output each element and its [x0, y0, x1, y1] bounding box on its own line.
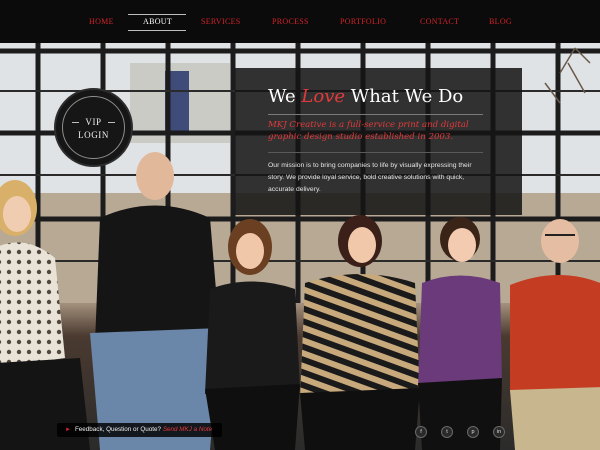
facebook-icon[interactable]: f: [415, 426, 427, 438]
top-navigation: HOME ABOUT SERVICES PROCESS PORTFOLIO CO…: [0, 0, 600, 43]
headline-post: What We Do: [345, 86, 464, 107]
nav-item-home[interactable]: HOME: [89, 17, 114, 26]
tagline-divider: [268, 152, 483, 153]
tagline: MKJ Creative is a full-service print and…: [268, 120, 469, 142]
twitter-icon[interactable]: t: [441, 426, 453, 438]
vip-login-label: VIP LOGIN: [56, 116, 131, 142]
headline-accent: Love: [301, 86, 346, 107]
person-5: [418, 217, 502, 450]
send-note-link[interactable]: Send MKJ a Note: [163, 426, 212, 433]
intro-panel: We Love What We Do MKJ Creative is a ful…: [235, 68, 522, 215]
vip-login-line1: VIP: [85, 117, 102, 127]
nav-item-process[interactable]: PROCESS: [272, 17, 309, 26]
vip-login-button[interactable]: VIP LOGIN: [54, 88, 133, 167]
nav-item-blog[interactable]: BLOG: [489, 17, 512, 26]
nav-item-services[interactable]: SERVICES: [201, 17, 241, 26]
linkedin-icon[interactable]: in: [493, 426, 505, 438]
pinterest-icon[interactable]: p: [467, 426, 479, 438]
feedback-bar[interactable]: ► Feedback, Question or Quote? Send MKJ a…: [57, 423, 223, 437]
headline: We Love What We Do: [268, 86, 518, 107]
headline-pre: We: [268, 86, 302, 107]
person-3: [205, 219, 300, 450]
arrow-right-icon: ►: [65, 427, 71, 433]
mission-statement: Our mission is to bring companies to lif…: [268, 162, 472, 193]
nav-item-about[interactable]: ABOUT: [143, 17, 172, 26]
nav-item-contact[interactable]: CONTACT: [420, 17, 459, 26]
person-6: [510, 219, 600, 450]
feedback-text: Feedback, Question or Quote?: [74, 426, 162, 433]
nav-item-portfolio[interactable]: PORTFOLIO: [340, 17, 386, 26]
headline-divider: [268, 114, 483, 115]
vip-login-line2: LOGIN: [78, 130, 109, 140]
